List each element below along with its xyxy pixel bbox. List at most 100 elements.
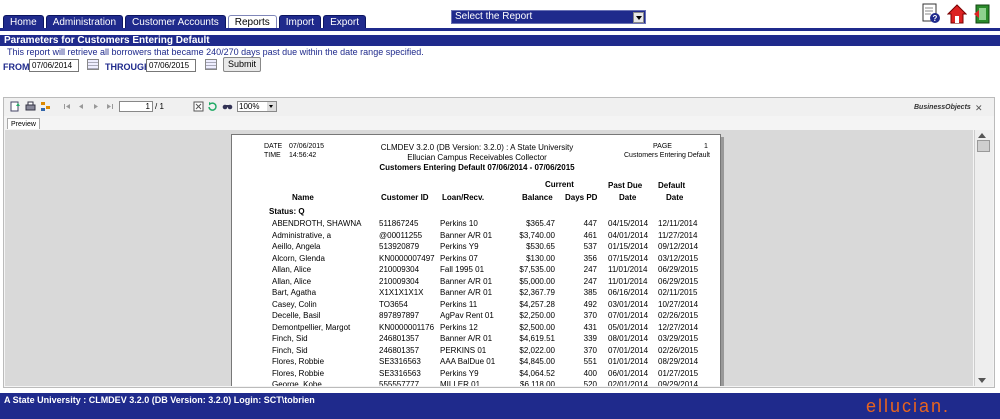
cell-bal: $365.47 bbox=[526, 219, 555, 228]
tab-import[interactable]: Import bbox=[278, 15, 322, 29]
cell-dd: 03/29/2015 bbox=[658, 334, 699, 343]
cell-days: 370 bbox=[583, 345, 597, 355]
table-row: Decelle, Basil 897897897 AgPav Rent 01 $2,2… bbox=[232, 311, 720, 323]
cell-dd: 03/12/2015 bbox=[658, 253, 699, 263]
zoom-select[interactable]: 100% bbox=[237, 101, 277, 112]
last-page-icon[interactable] bbox=[104, 101, 115, 112]
cell-loan: Perkins 10 bbox=[440, 219, 478, 228]
close-page-icon[interactable] bbox=[193, 101, 204, 112]
cell-loan: Perkins Y9 bbox=[440, 368, 479, 378]
cell-loan: AAA BalDue 01 bbox=[440, 357, 496, 366]
page-number-input[interactable]: 1 bbox=[119, 101, 153, 112]
cell-pdd: 04/01/2014 bbox=[608, 230, 649, 240]
cell-dd: 09/29/2014 bbox=[658, 380, 699, 386]
cell-name: ABENDROTH, SHAWNA bbox=[272, 219, 362, 228]
cell-name: Casey, Colin bbox=[272, 299, 317, 309]
cell-days: 551 bbox=[583, 357, 597, 366]
cell-bal: $4,064.52 bbox=[519, 368, 555, 378]
report-select[interactable]: Select the Report bbox=[451, 10, 646, 24]
tab-administration[interactable]: Administration bbox=[45, 15, 124, 29]
tab-preview[interactable]: Preview bbox=[7, 118, 40, 129]
export-icon[interactable] bbox=[10, 101, 21, 112]
cell-loan: Fall 1995 01 bbox=[440, 265, 485, 274]
tab-customer-accounts[interactable]: Customer Accounts bbox=[125, 15, 226, 29]
group-tree-icon[interactable] bbox=[40, 101, 51, 112]
cell-name: Decelle, Basil bbox=[272, 311, 321, 320]
vertical-scrollbar[interactable] bbox=[974, 130, 993, 386]
cell-days: 447 bbox=[583, 219, 597, 228]
cell-dd: 06/29/2015 bbox=[658, 265, 699, 274]
cell-loan: Perkins 11 bbox=[440, 299, 478, 309]
cell-id: KN0000001176 bbox=[379, 322, 435, 332]
from-calendar-icon[interactable] bbox=[87, 59, 99, 70]
cell-id: 210009304 bbox=[379, 276, 420, 286]
cell-pdd: 08/01/2014 bbox=[608, 334, 649, 343]
first-page-icon[interactable] bbox=[62, 101, 73, 112]
chevron-down-icon[interactable] bbox=[267, 102, 276, 111]
cell-bal: $7,535.00 bbox=[519, 265, 555, 274]
through-calendar-icon[interactable] bbox=[205, 59, 217, 70]
cell-dd: 02/26/2015 bbox=[658, 345, 699, 355]
col-past-due-1: Past Due bbox=[608, 181, 643, 190]
cell-bal: $4,257.28 bbox=[519, 299, 555, 309]
col-past-due-2: Date bbox=[619, 193, 637, 202]
cell-bal: $2,500.00 bbox=[519, 322, 555, 332]
cell-days: 247 bbox=[583, 276, 597, 286]
cell-id: 246801357 bbox=[379, 345, 420, 355]
page-label: PAGE bbox=[653, 143, 672, 150]
cell-loan: Banner A/R 01 bbox=[440, 230, 493, 240]
cell-name: Finch, Sid bbox=[272, 334, 308, 343]
table-row: Allan, Alice 210009304 Fall 1995 01 $7,535.… bbox=[232, 265, 720, 277]
cell-name: Aeillo, Angela bbox=[272, 242, 321, 251]
refresh-icon[interactable] bbox=[207, 101, 218, 112]
cell-pdd: 06/01/2014 bbox=[608, 368, 649, 378]
table-row: Demontpellier, Margot KN0000001176 Perkins… bbox=[232, 323, 720, 335]
cell-days: 537 bbox=[583, 242, 597, 251]
scroll-up-icon[interactable] bbox=[978, 133, 986, 138]
next-page-icon[interactable] bbox=[90, 101, 101, 112]
from-date-input[interactable]: 07/06/2014 bbox=[29, 59, 79, 72]
date-value: 07/06/2015 bbox=[289, 143, 325, 150]
help-icon[interactable]: ? bbox=[921, 3, 941, 25]
scroll-down-icon[interactable] bbox=[978, 378, 986, 383]
report-viewer: 1 / 1 100% BusinessObjects ✕ Preview DAT… bbox=[3, 97, 995, 388]
logout-icon[interactable] bbox=[973, 3, 993, 25]
close-icon[interactable]: ✕ bbox=[975, 103, 983, 114]
table-row: Allan, Alice 210009304 Banner A/R 01 $5,000… bbox=[232, 277, 720, 289]
time-value: 14:56:42 bbox=[289, 152, 317, 159]
submit-button[interactable]: Submit bbox=[223, 57, 261, 72]
cell-id: 513920879 bbox=[379, 242, 420, 251]
prev-page-icon[interactable] bbox=[76, 101, 87, 112]
tab-export[interactable]: Export bbox=[323, 15, 367, 29]
cell-pdd: 03/01/2014 bbox=[608, 299, 649, 309]
table-row: George, Kobe 555557777 MILLER 01 $6,118.00 5… bbox=[232, 380, 720, 386]
cell-loan: PERKINS 01 bbox=[440, 345, 487, 355]
col-customer-id: Customer ID bbox=[381, 193, 429, 202]
zoom-value: 100% bbox=[239, 102, 260, 111]
footer-status: A State University : CLMDEV 3.2.0 (DB Ve… bbox=[4, 395, 315, 405]
table-row: Administrative, a @00011255 Banner A/R 01 $… bbox=[232, 231, 720, 243]
chevron-down-icon[interactable] bbox=[633, 12, 644, 23]
cell-days: 385 bbox=[583, 288, 597, 297]
tab-home[interactable]: Home bbox=[3, 15, 44, 29]
search-icon[interactable] bbox=[222, 101, 233, 112]
col-balance: Balance bbox=[522, 193, 553, 202]
table-row: Flores, Robbie SE3316563 AAA BalDue 01 $4,8… bbox=[232, 357, 720, 369]
cell-bal: $6,118.00 bbox=[520, 380, 555, 386]
report-title-line1: CLMDEV 3.2.0 (DB Version: 3.2.0) : A Sta… bbox=[380, 143, 574, 152]
parameters-header: Parameters for Customers Entering Defaul… bbox=[0, 35, 1000, 46]
cell-id: @00011255 bbox=[379, 230, 423, 240]
cell-loan: Banner A/R 01 bbox=[440, 276, 493, 286]
cell-id: 555557777 bbox=[379, 380, 420, 386]
cell-days: 520 bbox=[583, 380, 597, 386]
cell-days: 370 bbox=[583, 311, 597, 320]
through-date-input[interactable]: 07/06/2015 bbox=[146, 59, 196, 72]
page-subtitle: Customers Entering Default bbox=[624, 152, 710, 159]
tab-underline bbox=[0, 28, 1000, 31]
main-tabs: Home Administration Customer Accounts Repor… bbox=[3, 15, 368, 29]
print-icon[interactable] bbox=[25, 101, 36, 112]
table-row: Casey, Colin TO3654 Perkins 11 $4,257.28 492… bbox=[232, 300, 720, 312]
scroll-thumb[interactable] bbox=[977, 140, 990, 152]
home-icon[interactable] bbox=[947, 3, 967, 25]
tab-reports[interactable]: Reports bbox=[227, 15, 277, 29]
